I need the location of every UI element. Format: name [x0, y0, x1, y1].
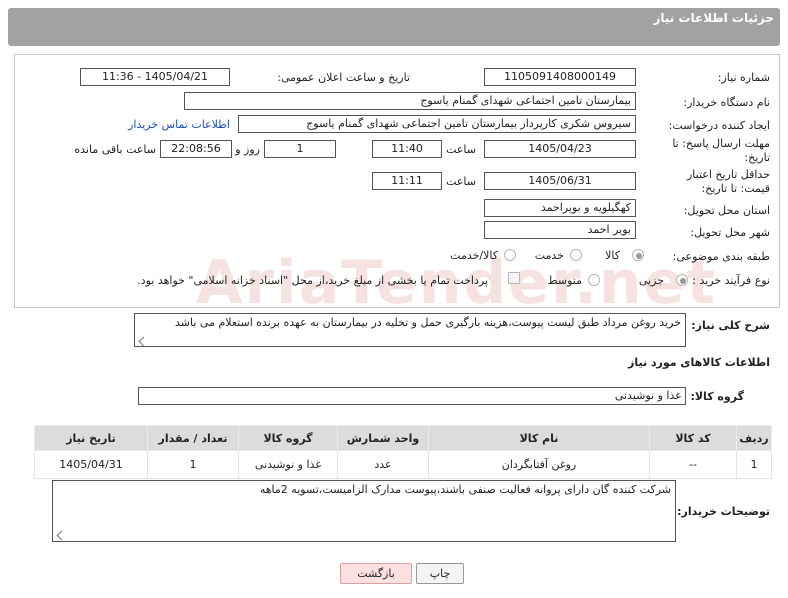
- process-radio-medium[interactable]: [588, 274, 600, 286]
- buyer-org-label: نام دستگاه خریدار:: [683, 96, 770, 109]
- process-radio-minor[interactable]: [676, 274, 688, 286]
- announce-date-field[interactable]: 1405/04/21 - 11:36: [80, 68, 230, 86]
- price-validity-label: حداقل تاریخ اعتبار قیمت: تا تاریخ:: [686, 168, 770, 195]
- buyer-org-field[interactable]: بیمارستان تامین اجتماعی شهدای گمنام یاسو…: [184, 92, 636, 110]
- buyer-contact-link[interactable]: اطلاعات تماس خریدار: [128, 118, 230, 131]
- days-label: روز و: [235, 143, 260, 156]
- buyer-notes-textarea[interactable]: شرکت کننده گان دارای پروانه فعالیت صنفی …: [52, 480, 676, 542]
- remaining-time-label: ساعت باقی مانده: [74, 143, 156, 156]
- treasury-payment-checkbox[interactable]: [508, 272, 520, 284]
- city-label: شهر محل تحویل:: [690, 226, 770, 239]
- deadline-time-label: ساعت: [446, 143, 476, 156]
- deadline-time-field[interactable]: 11:40: [372, 140, 442, 158]
- process-type-label: نوع فرآیند خرید :: [692, 274, 770, 287]
- col-unit: واحد شمارش: [337, 425, 429, 451]
- process-option-minor: جزیی: [638, 274, 664, 287]
- cell-unit: عدد: [337, 450, 429, 479]
- col-group: گروه کالا: [238, 425, 338, 451]
- col-row: ردیف: [736, 425, 772, 451]
- creator-field[interactable]: سیروس شکری کارپرداز بیمارستان تامین اجتم…: [238, 115, 636, 133]
- price-validity-time-label: ساعت: [446, 175, 476, 188]
- price-validity-date-field[interactable]: 1405/06/31: [484, 172, 636, 190]
- cell-quantity: 1: [147, 450, 239, 479]
- col-need-date: تاریخ نیاز: [34, 425, 148, 451]
- back-button[interactable]: بازگشت: [340, 563, 412, 584]
- remaining-time-field[interactable]: 22:08:56: [160, 140, 232, 158]
- city-field[interactable]: بویر احمد: [484, 221, 636, 239]
- deadline-label: مهلت ارسال پاسخ: تا تاریخ:: [672, 137, 770, 164]
- category-option-service: خدمت: [534, 249, 564, 262]
- announce-date-label: تاریخ و ساعت اعلان عمومی:: [277, 71, 410, 84]
- need-number-label: شماره نیاز:: [717, 71, 770, 84]
- col-name: نام کالا: [428, 425, 650, 451]
- description-label: شرح کلی نیاز:: [691, 319, 770, 332]
- category-radio-service[interactable]: [570, 249, 582, 261]
- buyer-notes-label: توضیحات خریدار:: [677, 505, 770, 518]
- cell-name: روغن آفتابگردان: [428, 450, 650, 479]
- category-option-goods-service: کالا/خدمت: [450, 249, 498, 262]
- goods-table: ردیف کد کالا نام کالا واحد شمارش گروه کا…: [34, 425, 772, 479]
- price-validity-time-field[interactable]: 11:11: [372, 172, 442, 190]
- cell-code: --: [649, 450, 737, 479]
- page-title: جزئیات اطلاعات نیاز: [653, 11, 774, 25]
- treasury-payment-note: پرداخت تمام یا بخشی از مبلغ خرید،از محل …: [137, 274, 488, 287]
- category-radio-goods-service[interactable]: [504, 249, 516, 261]
- cell-need-date: 1405/04/31: [34, 450, 148, 479]
- col-code: کد کالا: [649, 425, 737, 451]
- cell-group: غذا و نوشیدنی: [238, 450, 338, 479]
- goods-table-header: ردیف کد کالا نام کالا واحد شمارش گروه کا…: [34, 425, 772, 451]
- days-field[interactable]: 1: [264, 140, 336, 158]
- description-textarea[interactable]: خرید روغن مرداد طبق لیست پیوست،هزینه بار…: [134, 313, 686, 347]
- province-field[interactable]: کهگیلویه و بویراحمد: [484, 199, 636, 217]
- need-number-field[interactable]: 1105091408000149: [484, 68, 636, 86]
- table-row[interactable]: 1 -- روغن آفتابگردان عدد غذا و نوشیدنی 1…: [34, 450, 772, 479]
- col-quantity: تعداد / مقدار: [147, 425, 239, 451]
- goods-group-field[interactable]: غذا و نوشیدنی: [138, 387, 686, 405]
- category-label: طبقه بندی موضوعی:: [672, 250, 770, 263]
- cell-row: 1: [736, 450, 772, 479]
- province-label: استان محل تحویل:: [683, 204, 770, 217]
- creator-label: ایجاد کننده درخواست:: [668, 119, 770, 132]
- goods-section-title: اطلاعات کالاهای مورد نیاز: [628, 356, 770, 369]
- print-button[interactable]: چاپ: [416, 563, 464, 584]
- category-radio-goods[interactable]: [632, 249, 644, 261]
- category-option-goods: کالا: [605, 249, 620, 262]
- deadline-date-field[interactable]: 1405/04/23: [484, 140, 636, 158]
- process-option-medium: متوسط: [547, 274, 582, 287]
- goods-group-label: گروه کالا:: [690, 390, 744, 403]
